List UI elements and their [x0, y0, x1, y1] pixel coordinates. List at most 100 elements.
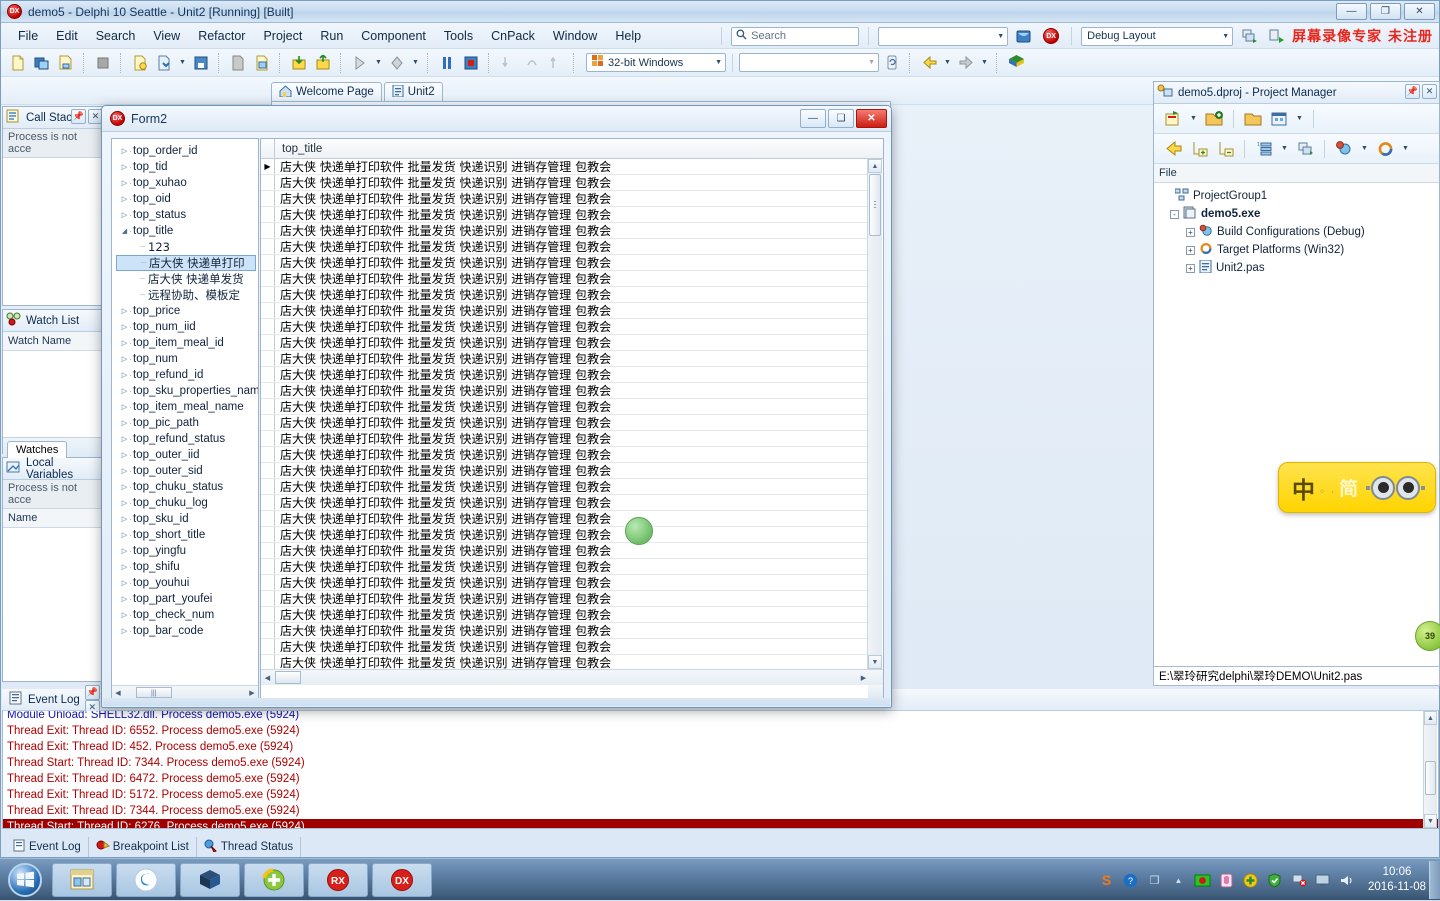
- add-project-icon[interactable]: [1203, 108, 1225, 130]
- menu-cnpack[interactable]: CnPack: [482, 26, 544, 46]
- form2-grid-row[interactable]: 店大侠 快递单打印软件 批量发货 快递识别 进销存管理 包教会: [261, 287, 867, 303]
- scroll-down-arrow[interactable]: ▼: [1424, 814, 1437, 828]
- form2-tree-node[interactable]: ▷ · top_num_iid: [116, 319, 256, 335]
- debug-layout-icon[interactable]: DX: [1040, 25, 1062, 47]
- close-icon[interactable]: ✕: [1422, 84, 1437, 99]
- back-dropdown-arrow[interactable]: ▼: [942, 52, 953, 74]
- save-as-icon[interactable]: [251, 52, 273, 74]
- menu-file[interactable]: File: [9, 26, 47, 46]
- collapse-expander-icon[interactable]: -: [1170, 209, 1179, 219]
- navigate-forward-icon[interactable]: [955, 52, 977, 74]
- taskbar-dx[interactable]: DX: [372, 862, 432, 897]
- ime-mode-label[interactable]: 中: [1292, 471, 1315, 505]
- ime-floating-toolbar[interactable]: 中 。, 简: [1278, 462, 1436, 513]
- tray-antivirus-icon[interactable]: [1218, 872, 1235, 889]
- build-config-icon[interactable]: [1333, 138, 1355, 160]
- form2-tree-hscroll-thumb[interactable]: |||: [136, 687, 172, 698]
- taskbar-explorer[interactable]: [52, 862, 112, 897]
- scroll-up-arrow[interactable]: ▲: [1424, 711, 1437, 725]
- tray-shield-icon[interactable]: [1266, 872, 1283, 889]
- form2-grid-hscrollbar[interactable]: ◀ ▶: [261, 669, 883, 685]
- form2-tree-node[interactable]: ▷ · top_sku_id: [116, 511, 256, 527]
- desktop-layout-combo[interactable]: ▼: [878, 26, 1009, 46]
- taskbar-rx[interactable]: RX: [308, 862, 368, 897]
- form2-grid-row[interactable]: 店大侠 快递单打印软件 批量发货 快递识别 进销存管理 包教会: [261, 639, 867, 655]
- form2-tree-node[interactable]: ▷ · top_chuku_log: [116, 495, 256, 511]
- new-unit-icon[interactable]: [129, 52, 151, 74]
- form2-tree-node[interactable]: ▷ · top_order_id: [116, 143, 256, 159]
- form2-grid-row[interactable]: 店大侠 快递单打印软件 批量发货 快递识别 进销存管理 包教会: [261, 431, 867, 447]
- open-folder-icon[interactable]: [1242, 108, 1264, 130]
- menu-edit[interactable]: Edit: [47, 26, 87, 46]
- restore-button[interactable]: ❐: [1370, 3, 1401, 20]
- form2-tree-node[interactable]: ▷ · top_shifu: [116, 559, 256, 575]
- tab-breakpoint-list[interactable]: Breakpoint List: [89, 837, 197, 857]
- minimize-button[interactable]: —: [1336, 3, 1367, 20]
- pin-icon[interactable]: 📌: [84, 684, 100, 700]
- cnpack-wizard-icon[interactable]: [1005, 52, 1027, 74]
- scroll-down-arrow[interactable]: ▼: [868, 655, 882, 669]
- form2-grid-hscroll-thumb[interactable]: [275, 671, 301, 684]
- form2-tree-node[interactable]: ▷ · top_youhui: [116, 575, 256, 591]
- tray-show-hidden-icon[interactable]: ▲: [1170, 872, 1187, 889]
- form2-tree-node[interactable]: ▷ · top_check_num: [116, 607, 256, 623]
- form2-grid-rows[interactable]: ▶ 店大侠 快递单打印软件 批量发货 快递识别 进销存管理 包教会 店大侠 快递单打…: [261, 159, 867, 669]
- watch-list-body[interactable]: [3, 351, 105, 437]
- form2-window[interactable]: DX Form2 — ❑ ✕ ▷ · top_order_id ▷ · top_tid ▷ ·…: [101, 105, 892, 708]
- project-tree-row-unit2pas[interactable]: + Unit2.pas: [1160, 259, 1433, 277]
- build-config-dropdown-arrow[interactable]: ▼: [1359, 138, 1370, 160]
- menu-component[interactable]: Component: [352, 26, 435, 46]
- expand-expander-icon[interactable]: +: [1186, 245, 1195, 255]
- log-line-7-selected[interactable]: Thread Start: Thread ID: 6276. Process d…: [3, 819, 1438, 828]
- tray-monitor-icon[interactable]: [1314, 872, 1331, 889]
- ime-punctuation-label[interactable]: 。,: [1320, 480, 1334, 496]
- save-icon[interactable]: [190, 52, 212, 74]
- form2-grid-row[interactable]: 店大侠 快递单打印软件 批量发货 快递识别 进销存管理 包教会: [261, 191, 867, 207]
- screen-recorder-badge[interactable]: 39: [1415, 621, 1440, 651]
- form2-tree-node[interactable]: ▷ · top_bar_code: [116, 623, 256, 639]
- new-project-dropdown-arrow[interactable]: ▼: [1188, 108, 1199, 130]
- tab-unit2[interactable]: Unit2: [383, 82, 443, 101]
- project-tree-row-build-configurations[interactable]: + Build Configurations (Debug): [1160, 223, 1433, 241]
- tray-recorder-icon[interactable]: [1194, 872, 1211, 889]
- form2-tree-child-node[interactable]: ─ 远程协助、模板定: [116, 287, 256, 303]
- event-log-scroll-thumb[interactable]: [1425, 761, 1436, 795]
- tray-sogou-icon[interactable]: S: [1098, 872, 1115, 889]
- form2-grid-row[interactable]: 店大侠 快递单打印软件 批量发货 快递识别 进销存管理 包教会: [261, 463, 867, 479]
- close-page-icon[interactable]: [227, 52, 249, 74]
- form2-tree-node[interactable]: ▷ · top_sku_properties_nam: [116, 383, 258, 399]
- form2-tree-node[interactable]: ▷ · top_item_meal_id: [116, 335, 256, 351]
- apply-layout-icon[interactable]: [1265, 25, 1287, 47]
- form2-tree-child-node[interactable]: ─ 店大侠 快递单打印: [116, 255, 256, 271]
- menu-run[interactable]: Run: [311, 26, 352, 46]
- local-variables-body[interactable]: [3, 528, 105, 678]
- form2-tree-node[interactable]: ▷ · top_pic_path: [116, 415, 256, 431]
- run-to-cursor-icon[interactable]: [545, 52, 567, 74]
- open-file-icon[interactable]: [153, 52, 175, 74]
- event-log-list[interactable]: Module Unload: SHELL32.dll. Process demo…: [2, 711, 1439, 829]
- save-desktop-icon[interactable]: [1013, 25, 1035, 47]
- form2-close-button[interactable]: ✕: [856, 109, 887, 128]
- minion-eyes-icon[interactable]: [1366, 475, 1426, 500]
- form2-grid-row[interactable]: 店大侠 快递单打印软件 批量发货 快递识别 进销存管理 包教会: [261, 607, 867, 623]
- pause-step-icon[interactable]: [386, 52, 408, 74]
- form2-grid-row[interactable]: 店大侠 快递单打印软件 批量发货 快递识别 进销存管理 包教会: [261, 591, 867, 607]
- tab-thread-status[interactable]: Thread Status: [197, 837, 302, 857]
- event-log-scrollbar[interactable]: ▲ ▼: [1423, 711, 1437, 828]
- form2-grid-vscrollbar[interactable]: ▲ ▼: [867, 159, 882, 669]
- form2-grid-row[interactable]: 店大侠 快递单打印软件 批量发货 快递识别 进销存管理 包教会: [261, 415, 867, 431]
- terminate-icon[interactable]: [460, 52, 482, 74]
- search-input[interactable]: Search: [731, 26, 860, 46]
- ime-script-label[interactable]: 简: [1339, 474, 1358, 501]
- menu-refactor[interactable]: Refactor: [189, 26, 254, 46]
- form2-tree-node[interactable]: ▷ · top_xuhao: [116, 175, 256, 191]
- expand-all-icon[interactable]: [1188, 138, 1210, 160]
- form2-tree-node[interactable]: ▷ · top_short_title: [116, 527, 256, 543]
- tray-network-icon[interactable]: [1290, 872, 1307, 889]
- form2-tree-node[interactable]: ▷ · top_outer_sid: [116, 463, 256, 479]
- navigate-back-icon[interactable]: [918, 52, 940, 74]
- form2-tree-node[interactable]: ▷ · top_refund_id: [116, 367, 256, 383]
- target-platform-icon[interactable]: [1374, 138, 1396, 160]
- form2-grid-row[interactable]: 店大侠 快递单打印软件 批量发货 快递识别 进销存管理 包教会: [261, 175, 867, 191]
- menu-search[interactable]: Search: [87, 26, 145, 46]
